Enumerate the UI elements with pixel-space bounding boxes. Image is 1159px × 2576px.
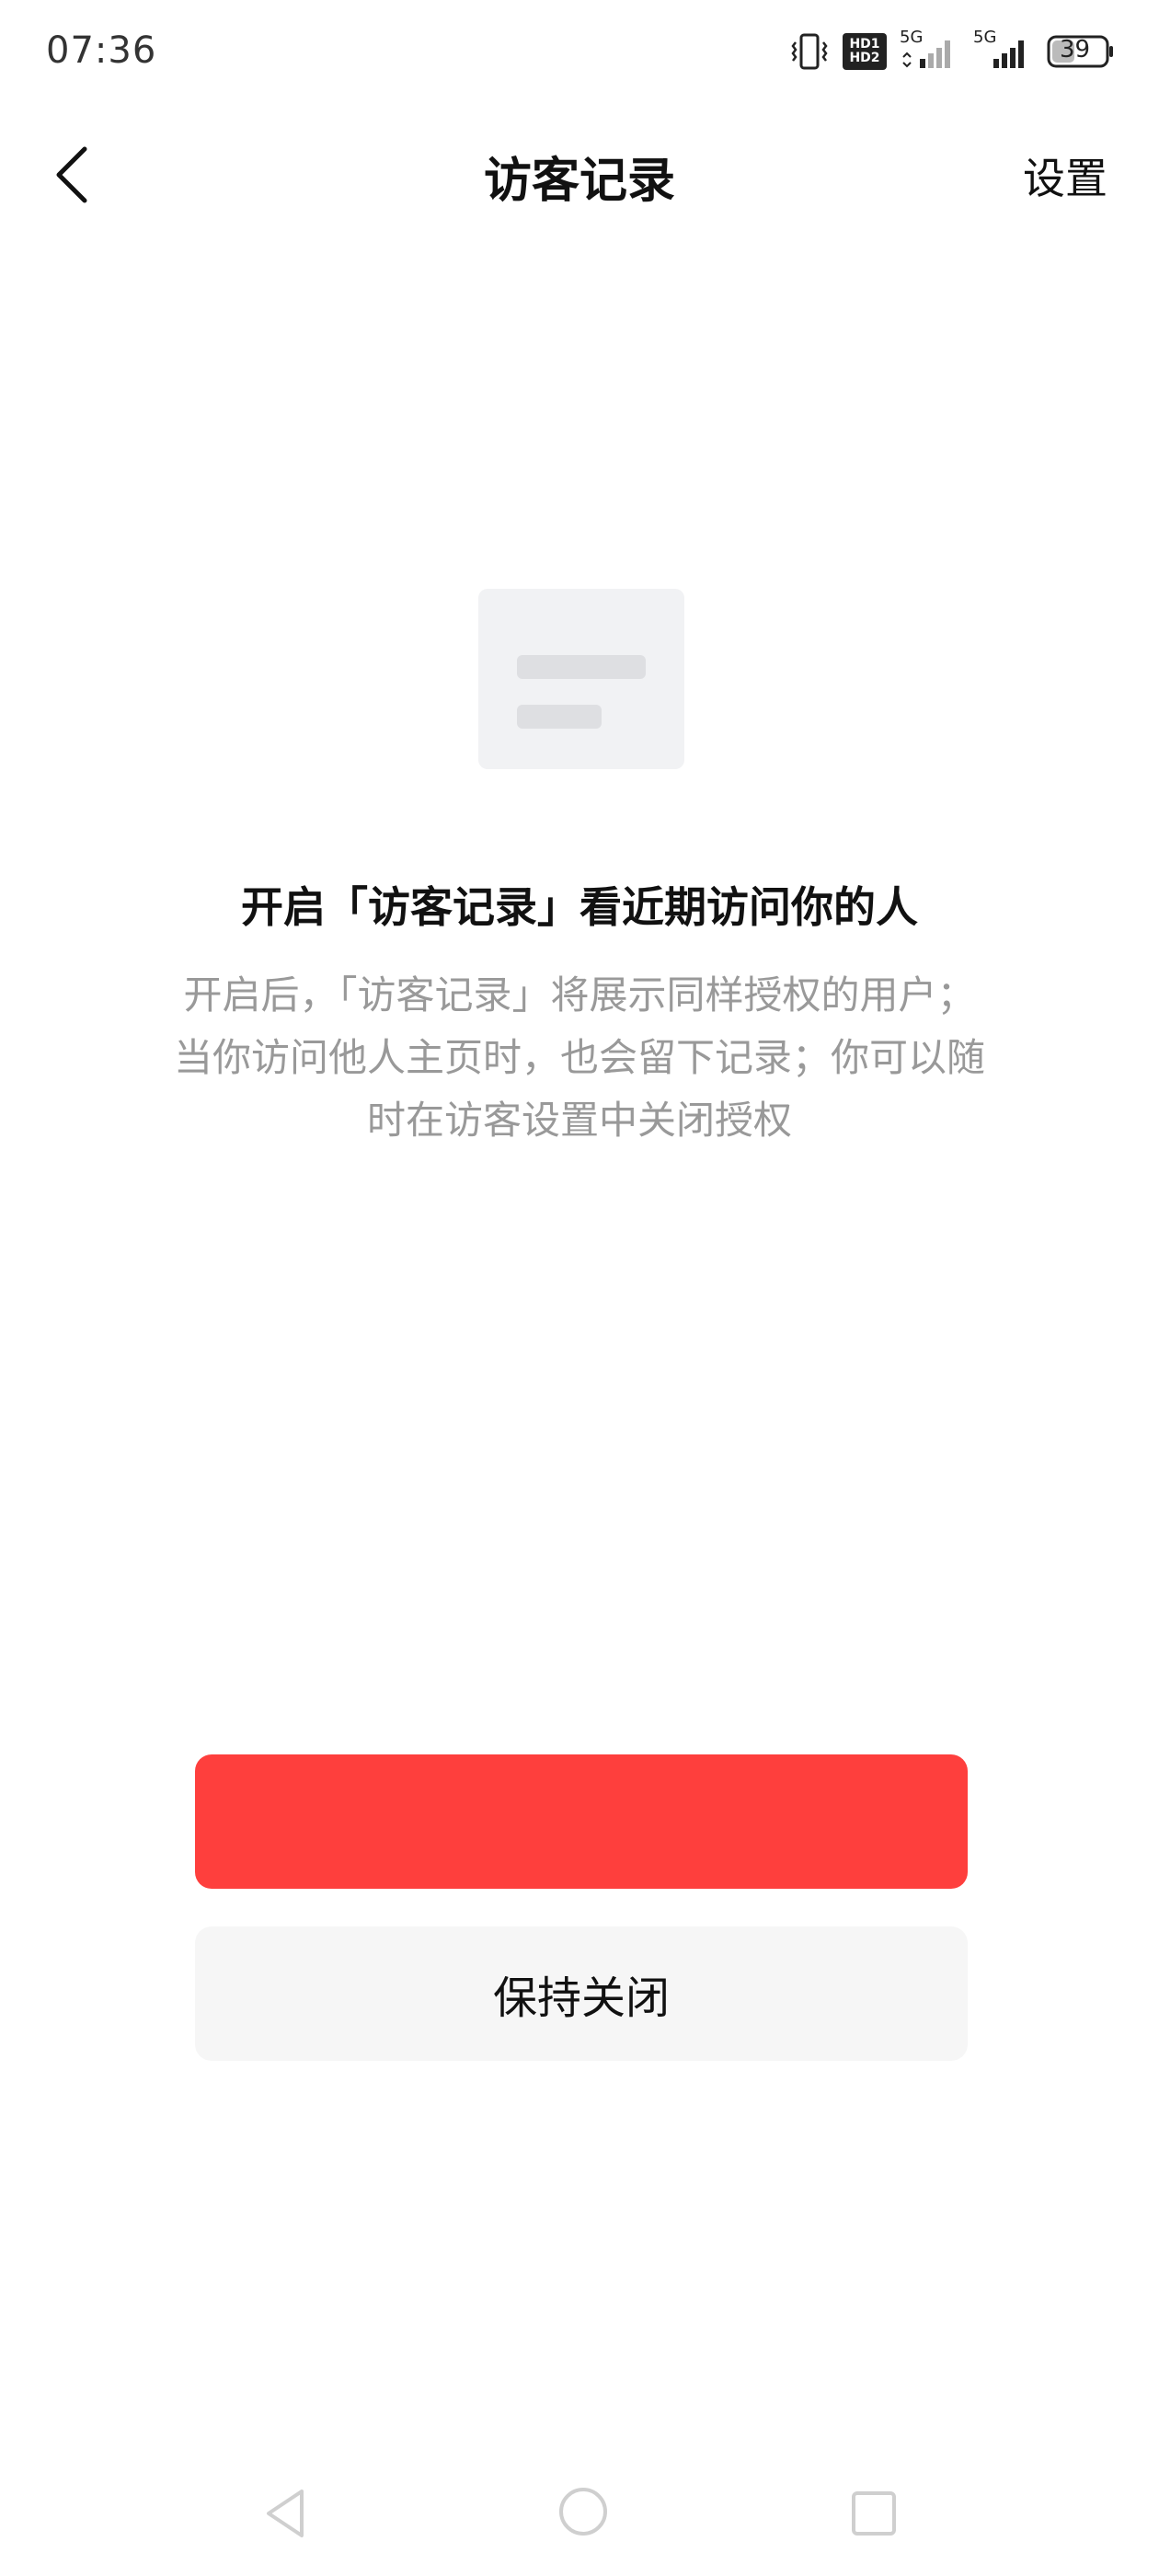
system-nav-bar (0, 2475, 1159, 2558)
enable-visitor-record-button[interactable] (195, 1754, 968, 1889)
header: 访客记录 设置 (0, 120, 1159, 230)
battery-icon: 39 (1047, 35, 1115, 68)
description-line: 开启后，「访客记录」将展示同样授权的用户； (183, 972, 976, 1018)
nav-recent-apps-icon[interactable] (846, 2486, 901, 2541)
signal-icon-2: 5G (973, 28, 1034, 72)
settings-button[interactable]: 设置 (1023, 145, 1107, 206)
page-title: 访客记录 (483, 154, 675, 209)
status-time: 07:36 (46, 29, 157, 72)
placeholder-line (517, 655, 646, 679)
empty-state-illustration (478, 589, 684, 769)
vibrate-icon (791, 33, 828, 70)
nav-back-icon[interactable] (259, 2486, 315, 2541)
signal-icon: 5G (900, 28, 960, 72)
hd-icon: HD1 HD2 (843, 33, 887, 70)
description-line: 当你访问他人主页时，也会留下记录；你可以随 (173, 1035, 985, 1080)
battery-level: 39 (1060, 36, 1091, 63)
empty-state-description: 开启后，「访客记录」将展示同样授权的用户； 当你访问他人主页时，也会留下记录；你… (138, 964, 1021, 1152)
status-icons: HD1 HD2 5G 5G 39 (789, 28, 1115, 72)
nav-home-icon[interactable] (556, 2484, 611, 2539)
description-line: 时在访客设置中关闭授权 (366, 1098, 792, 1143)
empty-state-headline: 开启「访客记录」看近期访问你的人 (241, 882, 918, 932)
status-bar: 07:36 HD1 HD2 5G 5G 39 (0, 0, 1159, 110)
placeholder-line (517, 705, 602, 729)
keep-closed-button[interactable]: 保持关闭 (195, 1926, 968, 2061)
